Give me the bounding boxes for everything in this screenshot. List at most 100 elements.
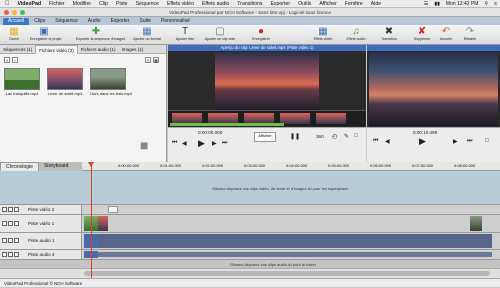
seq-go-end-icon[interactable]: ⏭ bbox=[467, 138, 472, 145]
track-eye-icon[interactable] bbox=[8, 221, 13, 226]
video-clip-bear[interactable] bbox=[470, 216, 482, 231]
close-window-icon[interactable] bbox=[4, 10, 9, 15]
audio-waveform[interactable] bbox=[98, 234, 492, 248]
track-video-1[interactable]: Piste vidéo 1 bbox=[0, 214, 500, 232]
clip-item-ours[interactable]: Ours dans les bois.mp4 bbox=[90, 68, 132, 96]
clip-item-lever-de-soleil[interactable]: Lever de soleil.mp4 bbox=[47, 68, 83, 96]
tab-personnalise[interactable]: Personnalisé bbox=[156, 18, 195, 25]
menu-clip[interactable]: Clip bbox=[99, 1, 108, 7]
tab-audio[interactable]: Audio bbox=[83, 18, 106, 25]
menu-fenetre[interactable]: Fenêtre bbox=[345, 1, 363, 7]
add-format-button[interactable]: ▦ Ajouter un format bbox=[133, 26, 161, 41]
list-icon[interactable]: ≡ bbox=[494, 1, 497, 7]
speed-icon[interactable]: ◴ bbox=[332, 133, 337, 140]
audio-waveform[interactable] bbox=[98, 252, 492, 257]
menu-app-name[interactable]: VideoPad bbox=[18, 1, 42, 7]
seq-play-icon[interactable]: ▶ bbox=[419, 136, 426, 147]
menu-fichier[interactable]: Fichier bbox=[49, 1, 65, 7]
overlay-track-area[interactable]: Glissez-déposez vos clips vidéo, de text… bbox=[0, 171, 500, 204]
menu-exporter[interactable]: Exporter bbox=[270, 1, 290, 7]
save-icon: ▣ bbox=[39, 26, 49, 37]
menubar-clock[interactable]: Mon 12:42 PM bbox=[446, 1, 479, 7]
clip-item-lac-tranquille[interactable]: Lac tranquille.mp4 bbox=[4, 68, 40, 96]
360-button[interactable]: 360 bbox=[316, 134, 324, 139]
export-sequence-button[interactable]: ✚ Exporter la séquence d'images bbox=[76, 26, 125, 41]
timeline-playhead[interactable] bbox=[88, 162, 94, 278]
zoom-window-icon[interactable] bbox=[20, 10, 25, 15]
track-lock-icon[interactable] bbox=[2, 238, 7, 243]
track-fx-icon[interactable] bbox=[14, 238, 19, 243]
clip-go-end-icon[interactable]: ⏭ bbox=[222, 140, 227, 147]
track-lock-icon[interactable] bbox=[2, 252, 7, 257]
scrollbar-thumb[interactable] bbox=[84, 271, 490, 276]
track-mute-icon[interactable] bbox=[8, 252, 13, 257]
track-mute-icon[interactable] bbox=[8, 238, 13, 243]
tab-chronologie[interactable]: Chronologie bbox=[0, 162, 39, 171]
track-lock-icon[interactable] bbox=[2, 207, 7, 212]
clip-next-frame-icon[interactable]: ▶ bbox=[212, 140, 217, 147]
menu-sequence[interactable]: Séquence bbox=[136, 1, 159, 7]
menu-outils[interactable]: Outils bbox=[298, 1, 311, 7]
menu-piste[interactable]: Piste bbox=[116, 1, 128, 7]
tab-audio-files[interactable]: Fichiers audio (1) bbox=[78, 45, 119, 54]
tab-video-files[interactable]: Fichiers vidéo (3) bbox=[35, 44, 78, 54]
search-icon[interactable]: ⚲ bbox=[484, 1, 488, 7]
tab-images[interactable]: Images (1) bbox=[119, 45, 147, 54]
add-title-button[interactable]: T Ajouter titre bbox=[171, 26, 199, 41]
bin-view-grid-icon[interactable]: ▦ bbox=[153, 57, 159, 63]
seq-next-frame-icon[interactable]: ▶ bbox=[453, 138, 458, 145]
menu-transitions[interactable]: Transitions bbox=[237, 1, 262, 7]
clip-go-start-icon[interactable]: ⏮ bbox=[172, 140, 177, 147]
audio-drop-area[interactable]: Glissez-déposez vos clips audio ici pour… bbox=[0, 259, 500, 268]
apple-icon[interactable]:  bbox=[5, 1, 10, 7]
video-clip-block[interactable] bbox=[108, 206, 118, 213]
menu-afficher[interactable]: Afficher bbox=[319, 1, 337, 7]
track-eye-icon[interactable] bbox=[8, 207, 13, 212]
tab-clips[interactable]: Clips bbox=[29, 18, 50, 25]
video-clip-sunrise[interactable] bbox=[98, 216, 108, 231]
timeline-ruler[interactable]: 0:00:00.000 0:01:00.000 0:02:00.000 0:03… bbox=[82, 162, 500, 171]
tab-suite[interactable]: Suite bbox=[134, 18, 155, 25]
menu-effets-audio[interactable]: Effets audio bbox=[202, 1, 229, 7]
menu-effets-video[interactable]: Effets vidéo bbox=[167, 1, 194, 7]
clip-range-bar[interactable] bbox=[170, 123, 284, 126]
audio-effects-button[interactable]: ♫ Effets audio bbox=[342, 26, 370, 41]
track-audio-1[interactable]: Piste audio 1 bbox=[0, 232, 500, 249]
seq-go-start-icon[interactable]: ⏮ bbox=[373, 138, 378, 145]
open-button[interactable]: ▦ Ouvrir bbox=[0, 26, 28, 41]
tab-storyboard[interactable]: Storyboard bbox=[39, 162, 73, 171]
tab-accueil[interactable]: Accueil bbox=[3, 18, 30, 25]
marker-icon[interactable]: ✎ bbox=[344, 133, 349, 140]
record-button[interactable]: ● Enregistrer bbox=[247, 26, 275, 41]
battery-icon[interactable]: ▮▮ bbox=[434, 1, 440, 7]
wifi-icon[interactable]: ☰ bbox=[424, 1, 428, 7]
menu-aide[interactable]: Aide bbox=[371, 1, 381, 7]
minimize-window-icon[interactable] bbox=[12, 10, 17, 15]
track-lock-icon[interactable] bbox=[2, 221, 7, 226]
tab-exporter[interactable]: Exporter bbox=[106, 18, 135, 25]
track-video-2[interactable]: Piste vidéo 2 bbox=[0, 204, 500, 214]
clip-prev-frame-icon[interactable]: ◀ bbox=[182, 140, 187, 147]
track-fx-icon[interactable] bbox=[14, 207, 19, 212]
redo-button[interactable]: ↷ Rétablir bbox=[456, 26, 484, 41]
tab-sequence[interactable]: Séquence bbox=[50, 18, 83, 25]
track-audio-2[interactable]: Piste audio 2 bbox=[0, 249, 500, 259]
video-effects-button[interactable]: ▦ Effets vidéo bbox=[309, 26, 337, 41]
transition-button[interactable]: ✖ Transition bbox=[375, 26, 403, 41]
bin-add-icon[interactable]: + bbox=[4, 57, 10, 63]
track-fx-icon[interactable] bbox=[14, 221, 19, 226]
afficher-dropdown[interactable]: Afficher bbox=[254, 132, 276, 142]
bin-remove-icon[interactable]: − bbox=[12, 57, 18, 63]
seq-prev-frame-icon[interactable]: ◀ bbox=[385, 138, 390, 145]
add-blank-clip-button[interactable]: ▢ Ajouter un clip vide bbox=[203, 26, 237, 41]
pause-icon[interactable]: ❚❚ bbox=[290, 133, 300, 140]
tab-sequences[interactable]: Séquences (1) bbox=[0, 45, 35, 54]
clip-play-icon[interactable]: ▶ bbox=[198, 138, 205, 149]
menu-modifier[interactable]: Modifier bbox=[73, 1, 91, 7]
save-project-button[interactable]: ▣ Enregistrer le projet bbox=[30, 26, 61, 41]
track-fx-icon[interactable] bbox=[14, 252, 19, 257]
seq-fullscreen-icon[interactable]: □ bbox=[485, 138, 489, 144]
timeline-scrollbar[interactable] bbox=[0, 268, 500, 278]
bin-view-list-icon[interactable]: ≡ bbox=[145, 57, 151, 63]
fullscreen-icon[interactable]: □ bbox=[354, 133, 358, 139]
